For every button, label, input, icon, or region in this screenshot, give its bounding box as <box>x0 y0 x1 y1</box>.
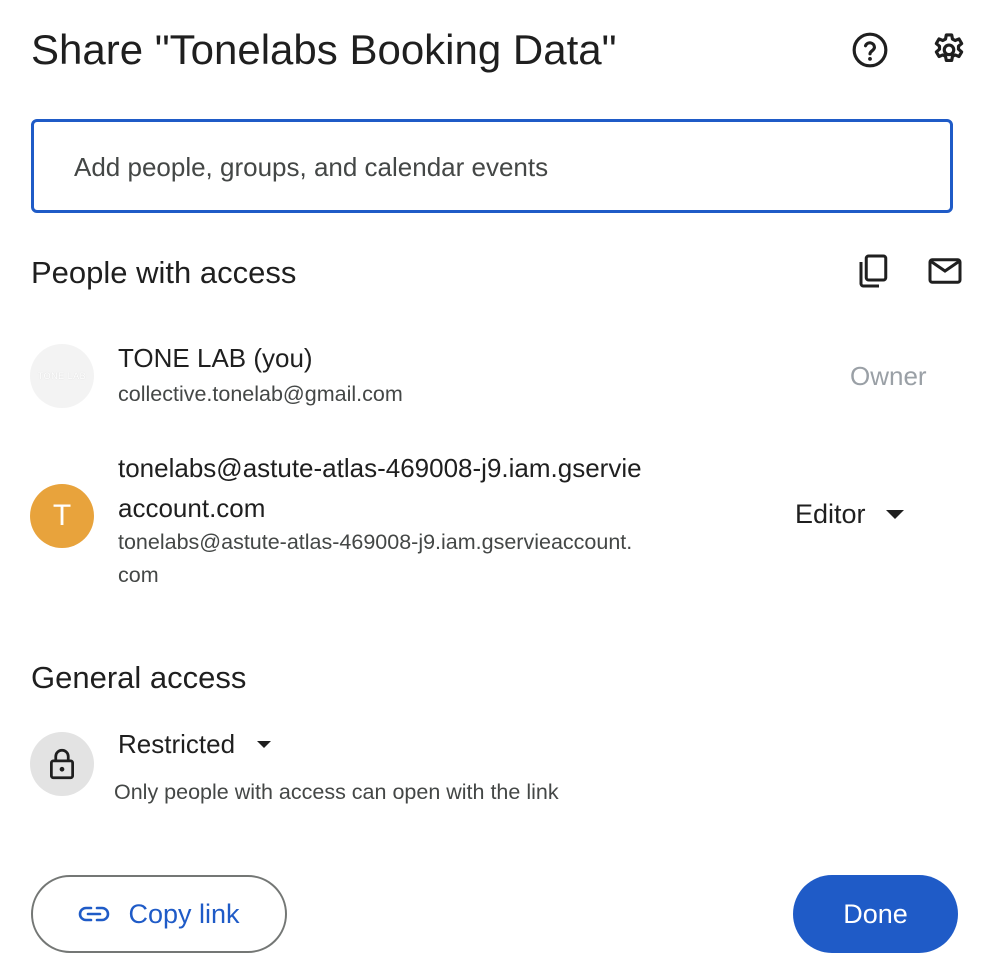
copy-emails-icon <box>859 254 888 288</box>
person-email-line-2: com <box>118 563 159 587</box>
person-name: tonelabs@astute-atlas-469008-j9.iam.gser… <box>118 448 642 528</box>
general-access-description: Only people with access can open with th… <box>114 780 559 804</box>
link-icon <box>79 906 110 922</box>
general-access-dropdown[interactable]: Restricted <box>118 729 272 760</box>
person-email: tonelabs@astute-atlas-469008-j9.iam.gser… <box>118 526 632 592</box>
person-email-line-1: tonelabs@astute-atlas-469008-j9.iam.gser… <box>118 530 633 554</box>
help-circle-icon <box>852 32 888 68</box>
dialog-title: Share "Tonelabs Booking Data" <box>31 26 617 73</box>
role-owner-label: Owner <box>850 361 927 391</box>
add-people-input[interactable] <box>72 122 916 212</box>
help-button[interactable] <box>847 27 893 73</box>
person-name-line-2: account.com <box>118 493 266 523</box>
general-access-icon-circle <box>30 732 94 796</box>
settings-button[interactable] <box>926 27 972 73</box>
general-access-heading: General access <box>31 660 247 695</box>
role-dropdown-editor[interactable]: Editor <box>795 499 904 530</box>
chevron-down-icon <box>257 741 272 748</box>
lock-icon <box>50 748 74 780</box>
gear-icon <box>934 33 964 63</box>
copy-link-label: Copy link <box>128 898 240 929</box>
general-access-mode: Restricted <box>118 729 236 759</box>
done-label: Done <box>843 898 908 929</box>
avatar-owner: TONE LAB <box>30 344 94 408</box>
copy-emails-button[interactable] <box>850 248 896 294</box>
person-name-line-1: tonelabs@astute-atlas-469008-j9.iam.gser… <box>118 453 642 483</box>
person-name: TONE LAB (you) <box>118 343 313 373</box>
avatar-logo-text: TONE LAB <box>37 371 87 381</box>
copy-link-button[interactable]: Copy link <box>31 875 287 953</box>
add-people-field[interactable] <box>31 119 953 213</box>
mail-icon <box>928 258 962 284</box>
role-dropdown-label: Editor <box>795 499 866 529</box>
email-people-button[interactable] <box>922 248 968 294</box>
people-with-access-heading: People with access <box>31 255 297 290</box>
avatar-letter: T <box>52 499 72 532</box>
chevron-down-icon <box>885 510 904 519</box>
person-email: collective.tonelab@gmail.com <box>118 382 403 406</box>
done-button[interactable]: Done <box>793 875 958 953</box>
avatar-service-account: T <box>30 484 94 548</box>
